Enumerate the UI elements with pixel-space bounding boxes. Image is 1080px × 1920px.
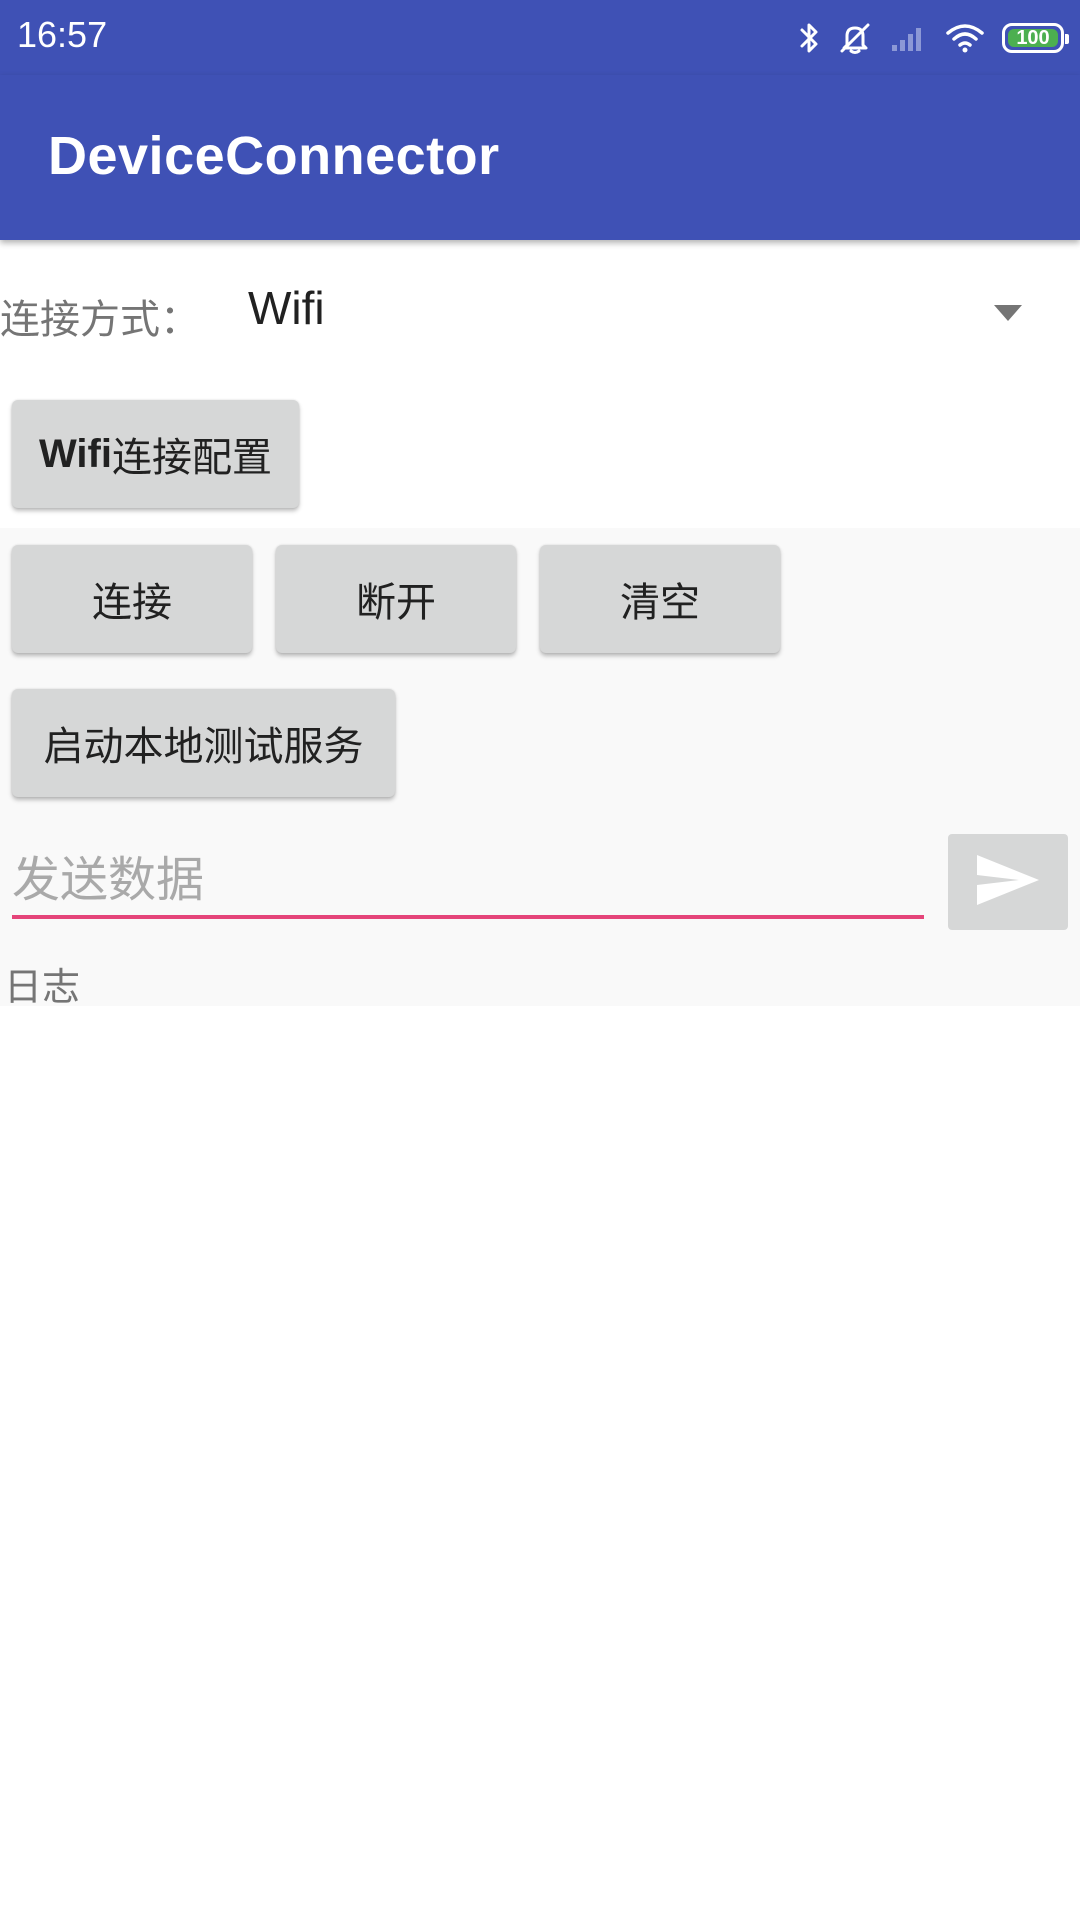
status-time: 16:57 xyxy=(17,14,108,55)
wifi-config-button-cjk: 连接配置 xyxy=(111,435,272,481)
clear-button[interactable]: 清空 xyxy=(540,545,780,653)
bluetooth-icon xyxy=(798,21,820,55)
send-icon xyxy=(975,853,1041,911)
log-label: 日志 xyxy=(4,965,81,1009)
app-bar: DeviceConnector xyxy=(0,75,1080,240)
wifi-icon xyxy=(946,23,984,53)
connect-button[interactable]: 连接 xyxy=(12,545,252,653)
send-data-input[interactable] xyxy=(12,845,924,919)
cell-signal-icon xyxy=(890,23,928,53)
app-title: DeviceConnector xyxy=(48,126,500,186)
local-test-service-button[interactable]: 启动本地测试服务 xyxy=(12,689,395,797)
send-button[interactable] xyxy=(948,834,1068,930)
connection-select[interactable]: Wifi xyxy=(248,281,325,335)
status-icons: 100 xyxy=(798,18,1069,58)
battery-tip xyxy=(1065,34,1069,44)
wifi-config-button[interactable]: Wifi 连接配置 xyxy=(12,400,299,508)
status-bar: 16:57 100 xyxy=(0,0,1080,75)
dropdown-arrow-icon[interactable] xyxy=(992,303,1024,327)
screen: 16:57 100 DeviceConnector 连接方式： Wifi Wif… xyxy=(0,0,1080,1920)
battery-icon: 100 xyxy=(1002,23,1069,53)
disconnect-button[interactable]: 断开 xyxy=(276,545,516,653)
connection-label: 连接方式： xyxy=(0,297,200,343)
battery-level: 100 xyxy=(1016,26,1050,49)
wifi-config-button-latin: Wifi xyxy=(39,431,112,476)
alarm-off-icon xyxy=(838,21,872,55)
connection-row: 连接方式： Wifi xyxy=(0,275,1080,355)
